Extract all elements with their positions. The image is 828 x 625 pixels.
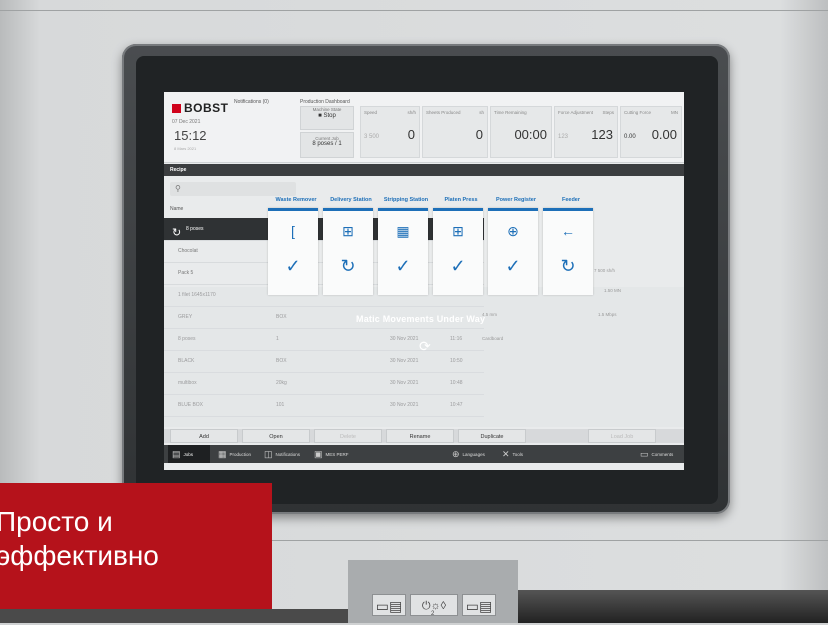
load-job-button[interactable]: Load Job — [588, 429, 656, 443]
station-column: Waste Remover [ ✓ — [268, 197, 318, 295]
station-column: Feeder ← ↻ — [543, 197, 593, 295]
cutting-force-tile: Cutting Force MN 0.00 0.00 — [620, 106, 682, 158]
notifications-link[interactable]: Notifications (0) — [234, 99, 269, 105]
jobs-icon: ▤ — [172, 449, 181, 459]
banner-line-2: эффективно — [0, 540, 159, 571]
nav-mes[interactable]: ▣ MES PERF — [314, 445, 349, 463]
force-tile: Force Adjustment Steps 123 123 — [554, 106, 618, 158]
comments-icon: ▭ — [640, 449, 649, 459]
side-material: Cardboard — [482, 336, 504, 341]
display-toggle-icon: ▭▤ — [375, 598, 403, 614]
station-title: Feeder — [561, 197, 581, 203]
panel-button-number: 2 — [431, 611, 435, 617]
station-column: Delivery Station ⊞ ↻ — [323, 197, 373, 295]
hmi-screen: BOBST 07 Dec 2021 15:12 8 Mars 2021 Noti… — [164, 92, 684, 470]
nav-notifications[interactable]: ◫ Notifications — [264, 445, 300, 463]
station-status-icon: ✓ — [395, 256, 411, 276]
nav-jobs[interactable]: ▤ Jobs — [168, 445, 210, 463]
station-title: Delivery Station — [330, 197, 372, 203]
mes-icon: ▣ — [314, 449, 323, 459]
nav-languages[interactable]: ⊕ Languages — [452, 445, 485, 463]
current-date: 07 Dec 2021 — [172, 119, 201, 125]
station-icon: ⊞ — [452, 223, 464, 239]
small-date: 8 Mars 2021 — [174, 146, 197, 151]
station-icon: ⊞ — [342, 223, 354, 239]
delete-button[interactable]: Delete — [314, 429, 382, 443]
rename-button[interactable]: Rename — [386, 429, 454, 443]
current-job-tile[interactable]: Current Job 8 poses / 1 — [300, 132, 354, 158]
display-toggle-icon: ▭▤ — [465, 598, 493, 614]
open-button[interactable]: Open — [242, 429, 310, 443]
station-icon: ← — [561, 223, 575, 239]
side-sheets: 1.5 Mbps — [598, 312, 617, 317]
busy-overlay — [164, 287, 684, 427]
station-status-icon: ✓ — [505, 256, 521, 276]
cell-name: Chocolat — [178, 248, 198, 254]
panel-button-left[interactable]: ▭▤ — [372, 594, 406, 616]
machine-state: ■ Stop — [318, 113, 336, 119]
notifications-icon: ◫ — [264, 449, 273, 459]
cell-name: Pack 5 — [178, 270, 194, 276]
nav-production[interactable]: ▦ Production — [218, 445, 251, 463]
station-icon: ⊕ — [507, 223, 519, 239]
station-status-icon: ↻ — [560, 256, 576, 276]
recipe-bar: Recipe — [164, 164, 684, 176]
speed-tile: Speed sh/h 3 500 0 — [360, 106, 420, 158]
dashboard-header: BOBST 07 Dec 2021 15:12 8 Mars 2021 Noti… — [164, 92, 684, 163]
panel-button-right[interactable]: ▭▤ — [462, 594, 496, 616]
station-column: Stripping Station ▦ ✓ — [378, 197, 428, 295]
station-status-icon: ✓ — [450, 256, 466, 276]
station-title: Waste Remover — [275, 197, 317, 203]
dashboard-title: Production Dashboard — [300, 99, 350, 105]
station-title: Power Register — [495, 197, 537, 203]
machine-state-label: Machine State — [312, 107, 342, 112]
nav-tools[interactable]: ✕ Tools — [502, 445, 523, 463]
loading-spinner-icon: ⟳ — [419, 338, 431, 354]
station-title: Stripping Station — [383, 197, 429, 203]
brand-logo: BOBST — [172, 101, 229, 115]
duplicate-button[interactable]: Duplicate — [458, 429, 526, 443]
station-status-icon: ↻ — [340, 256, 356, 276]
current-job: 8 poses / 1 — [312, 141, 342, 147]
machine-lower-housing — [518, 590, 828, 623]
station-column: Power Register ⊕ ✓ — [488, 197, 538, 295]
add-button[interactable]: Add — [170, 429, 238, 443]
panel-button-power[interactable]: ⏻☼◊ 2 — [410, 594, 458, 617]
cell-name: 8 poses — [186, 226, 204, 232]
station-title: Platen Press — [444, 197, 478, 203]
banner-line-1: Просто и — [0, 506, 113, 537]
machine-state-tile: Machine State ■ Stop — [300, 106, 354, 130]
tools-icon: ✕ — [502, 449, 510, 459]
movement-message: Matic Movements Under Way — [356, 314, 486, 324]
sync-icon: ↻ — [172, 227, 182, 239]
current-time: 15:12 — [174, 128, 207, 143]
side-speed: 7 500 sh/h — [594, 268, 616, 273]
search-input[interactable]: ⚲ — [170, 182, 296, 196]
search-icon: ⚲ — [175, 184, 181, 193]
station-column: Platen Press ⊞ ✓ — [433, 197, 483, 295]
nav-comments[interactable]: ▭ Comments — [640, 445, 673, 463]
side-force: 1.50 MN — [604, 288, 622, 293]
globe-icon: ⊕ — [452, 449, 460, 459]
machine-lower-left — [0, 609, 348, 623]
promo-banner: Просто и эффективно — [0, 483, 272, 609]
time-remaining-tile: Time Remaining 00:00 — [490, 106, 552, 158]
station-status-icon: ✓ — [285, 256, 301, 276]
sheets-tile: Sheets Produced sh 0 — [422, 106, 488, 158]
station-icon: [ — [291, 223, 295, 239]
station-icon: ▦ — [396, 223, 410, 239]
wall-seam — [0, 10, 828, 11]
production-icon: ▦ — [218, 449, 227, 459]
name-column-header[interactable]: Name — [170, 206, 183, 212]
